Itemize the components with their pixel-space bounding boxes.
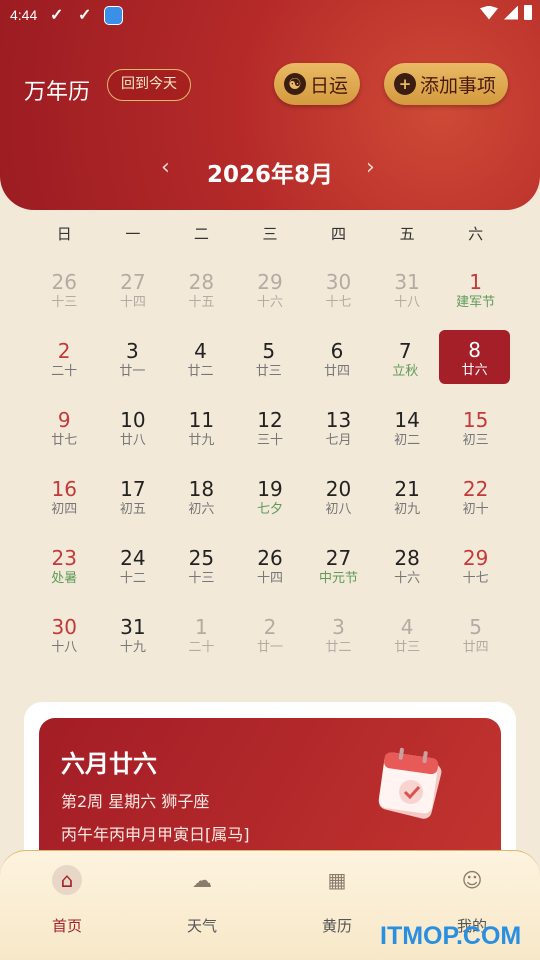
plus-icon: +	[394, 73, 416, 95]
week-info: 第2周 星期六 狮子座	[61, 792, 210, 811]
add-event-button[interactable]: + 添加事项	[384, 63, 509, 105]
day-cell[interactable]: 29 十六	[236, 262, 305, 318]
day-cell[interactable]: 26 十四	[236, 538, 305, 594]
weekday-label: 五	[399, 225, 415, 243]
weather-icon: ☁	[192, 868, 212, 892]
yin-yang-icon: ☯	[284, 73, 306, 95]
watermark: ITMOP.COM	[380, 922, 522, 950]
day-cell[interactable]: 30 十七	[304, 262, 373, 318]
day-cell[interactable]: 4 廿二	[166, 331, 234, 387]
ganzhi-info: 丙午年丙申月甲寅日[属马]	[61, 825, 250, 844]
weekday-header: 日 一 二 三 四 五 六	[30, 223, 510, 244]
calendar-illustration-icon	[378, 747, 442, 819]
tab-weather[interactable]: ☁ 天气	[162, 851, 242, 936]
day-cell[interactable]: 26 十三	[30, 262, 99, 318]
day-cell[interactable]: 1 二十	[167, 607, 236, 663]
calendar-week: 23 处暑 24 十二 25 十三 26 十四 27 中元节 28 十六 29 十七	[30, 538, 510, 607]
check-icon: ✓	[50, 7, 64, 24]
weekday-label: 四	[331, 225, 347, 243]
calendar-week: 9 廿七 10 廿八 11 廿九 12 三十 13 七月 14 初二 15 初三	[30, 400, 510, 469]
tab-home[interactable]: ⌂ 首页	[27, 851, 107, 936]
day-cell[interactable]: 27 十四	[99, 262, 168, 318]
day-cell[interactable]: 13 七月	[304, 400, 373, 456]
day-cell[interactable]: 27 中元节	[304, 538, 373, 594]
current-month[interactable]: 2026年8月	[0, 155, 540, 189]
day-cell[interactable]: 3 廿二	[304, 607, 373, 663]
day-cell[interactable]: 16 初四	[30, 469, 99, 525]
day-cell[interactable]: 2 廿一	[236, 607, 305, 663]
weekday-label: 一	[125, 225, 141, 243]
day-cell[interactable]: 28 十六	[373, 538, 442, 594]
weekday-label: 日	[56, 225, 72, 243]
day-cell[interactable]: 1 建军节	[441, 262, 510, 318]
battery-icon	[524, 5, 532, 20]
day-cell[interactable]: 24 十二	[99, 538, 168, 594]
wifi-icon	[480, 5, 498, 20]
add-event-label: 添加事项	[420, 74, 497, 97]
tab-almanac-label: 黄历	[321, 917, 352, 935]
weekday-label: 二	[193, 225, 209, 243]
app-title: 万年历	[24, 80, 91, 105]
app-notification-icon	[104, 6, 123, 25]
day-cell-selected[interactable]: 8 廿六	[439, 330, 510, 384]
profile-icon: ☺	[461, 868, 483, 892]
day-cell[interactable]: 14 初二	[373, 400, 442, 456]
signal-icon	[504, 5, 518, 20]
day-cell[interactable]: 22 初十	[441, 469, 510, 525]
check-icon: ✓	[78, 7, 92, 24]
weekday-label: 三	[262, 225, 278, 243]
day-cell[interactable]: 9 廿七	[30, 400, 99, 456]
home-icon: ⌂	[52, 865, 82, 895]
day-cell[interactable]: 31 十九	[99, 607, 168, 663]
day-cell[interactable]: 23 处暑	[30, 538, 99, 594]
daily-fortune-label: 日运	[310, 74, 349, 97]
day-cell[interactable]: 18 初六	[167, 469, 236, 525]
tab-almanac[interactable]: ▦ 黄历	[297, 851, 377, 936]
status-icons	[480, 5, 532, 20]
day-cell[interactable]: 10 廿八	[99, 400, 168, 456]
status-bar: 4:44 ✓ ✓	[0, 0, 540, 32]
month-navigator: ‹ 2026年8月 ›	[0, 153, 540, 189]
day-cell[interactable]: 5 廿三	[235, 331, 303, 387]
almanac-icon: ▦	[327, 868, 347, 892]
status-time: 4:44	[10, 7, 38, 23]
tab-home-label: 首页	[51, 917, 82, 935]
day-cell[interactable]: 21 初九	[373, 469, 442, 525]
calendar-week: 30 十八 31 十九 1 二十 2 廿一 3 廿二 4 廿三 5 廿四	[30, 607, 510, 676]
calendar-week: 16 初四 17 初五 18 初六 19 七夕 20 初八 21 初九 22 初十	[30, 469, 510, 538]
calendar-week: 2 二十 3 廿一 4 廿二 5 廿三 6 廿四 7 立秋 8 廿六	[30, 330, 510, 400]
daily-fortune-button[interactable]: ☯ 日运	[274, 63, 361, 105]
day-cell[interactable]: 19 七夕	[236, 469, 305, 525]
day-cell[interactable]: 12 三十	[236, 400, 305, 456]
back-to-today-button[interactable]: 回到今天	[107, 69, 191, 101]
day-cell[interactable]: 2 二十	[30, 331, 98, 387]
weekday-label: 六	[468, 225, 484, 243]
day-cell[interactable]: 31 十八	[373, 262, 442, 318]
lunar-date: 六月廿六	[61, 750, 157, 778]
day-cell[interactable]: 11 廿九	[167, 400, 236, 456]
calendar-grid: 26 十三 27 十四 28 十五 29 十六 30 十七 31 十八 1 建军节 2 二十 3…	[30, 262, 510, 676]
day-cell[interactable]: 30 十八	[30, 607, 99, 663]
day-cell[interactable]: 7 立秋	[371, 331, 439, 387]
day-cell[interactable]: 5 廿四	[441, 607, 510, 663]
day-cell[interactable]: 4 廿三	[373, 607, 442, 663]
calendar-week: 26 十三 27 十四 28 十五 29 十六 30 十七 31 十八 1 建军节	[30, 262, 510, 331]
day-cell[interactable]: 3 廿一	[98, 331, 166, 387]
next-month-button[interactable]: ›	[366, 155, 375, 180]
day-cell[interactable]: 6 廿四	[303, 331, 371, 387]
day-cell[interactable]: 17 初五	[99, 469, 168, 525]
day-cell[interactable]: 15 初三	[441, 400, 510, 456]
tab-weather-label: 天气	[186, 917, 217, 935]
day-cell[interactable]: 20 初八	[304, 469, 373, 525]
day-cell[interactable]: 29 十七	[441, 538, 510, 594]
day-cell[interactable]: 28 十五	[167, 262, 236, 318]
day-cell[interactable]: 25 十三	[167, 538, 236, 594]
